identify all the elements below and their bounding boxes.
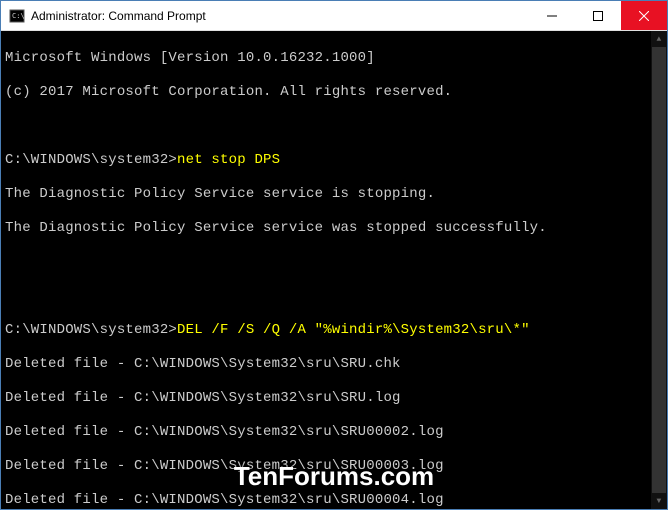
scrollbar-track[interactable]	[651, 47, 667, 493]
command-prompt-window: C:\ Administrator: Command Prompt Micros…	[0, 0, 668, 510]
version-line: Microsoft Windows [Version 10.0.16232.10…	[5, 50, 663, 67]
command-line: C:\WINDOWS\system32>net stop DPS	[5, 152, 663, 169]
output-line: Deleted file - C:\WINDOWS\System32\sru\S…	[5, 492, 663, 509]
output-line: Deleted file - C:\WINDOWS\System32\sru\S…	[5, 356, 663, 373]
svg-text:C:\: C:\	[12, 12, 25, 20]
output-line: The Diagnostic Policy Service service is…	[5, 186, 663, 203]
maximize-button[interactable]	[575, 1, 621, 30]
cmd-icon: C:\	[9, 8, 25, 24]
blank-line	[5, 254, 663, 271]
output-line: The Diagnostic Policy Service service wa…	[5, 220, 663, 237]
scrollbar[interactable]: ▲ ▼	[651, 31, 667, 509]
scrollbar-thumb[interactable]	[652, 47, 666, 493]
close-button[interactable]	[621, 1, 667, 30]
titlebar[interactable]: C:\ Administrator: Command Prompt	[1, 1, 667, 31]
command-text: net stop DPS	[177, 152, 280, 168]
output-line: Deleted file - C:\WINDOWS\System32\sru\S…	[5, 458, 663, 475]
prompt: C:\WINDOWS\system32>	[5, 152, 177, 168]
prompt: C:\WINDOWS\system32>	[5, 322, 177, 338]
scroll-down-arrow[interactable]: ▼	[651, 493, 667, 509]
output-line: Deleted file - C:\WINDOWS\System32\sru\S…	[5, 390, 663, 407]
scroll-up-arrow[interactable]: ▲	[651, 31, 667, 47]
terminal-output[interactable]: Microsoft Windows [Version 10.0.16232.10…	[1, 31, 667, 509]
blank-line	[5, 118, 663, 135]
window-controls	[529, 1, 667, 30]
copyright-line: (c) 2017 Microsoft Corporation. All righ…	[5, 84, 663, 101]
blank-line	[5, 288, 663, 305]
command-line: C:\WINDOWS\system32>DEL /F /S /Q /A "%wi…	[5, 322, 663, 339]
output-line: Deleted file - C:\WINDOWS\System32\sru\S…	[5, 424, 663, 441]
command-text: DEL /F /S /Q /A "%windir%\System32\sru\*…	[177, 322, 530, 338]
window-title: Administrator: Command Prompt	[31, 9, 529, 23]
minimize-button[interactable]	[529, 1, 575, 30]
